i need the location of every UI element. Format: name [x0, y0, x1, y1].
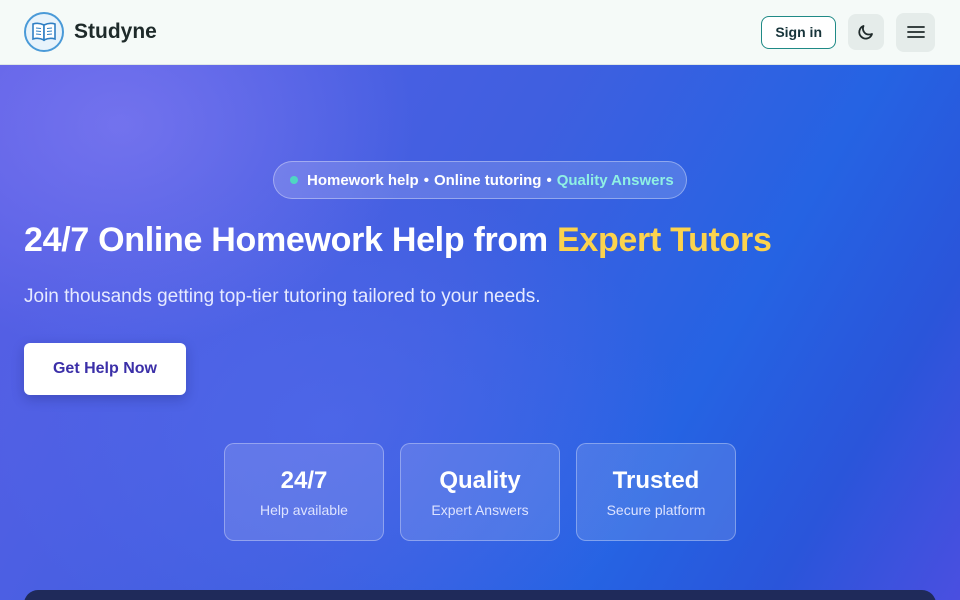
headline-main: 24/7 Online Homework Help from: [24, 221, 557, 259]
brand[interactable]: Studyne: [24, 12, 157, 52]
content-card-preview: [24, 590, 936, 600]
stat-card-trusted: Trusted Secure platform: [576, 443, 736, 541]
sign-in-button[interactable]: Sign in: [761, 15, 836, 49]
pill-homework-help: Homework help: [307, 171, 419, 189]
theme-toggle-button[interactable]: [848, 14, 884, 50]
moon-icon: [858, 25, 873, 40]
stat-label: Secure platform: [606, 501, 706, 518]
hamburger-menu-icon: [906, 26, 925, 38]
stat-value: Quality: [439, 466, 521, 494]
hero-subtitle: Join thousands getting top-tier tutoring…: [24, 286, 541, 307]
stat-card-availability: 24/7 Help available: [224, 443, 384, 541]
get-help-now-button[interactable]: Get Help Now: [24, 343, 186, 395]
brand-name: Studyne: [74, 20, 157, 43]
stat-value: 24/7: [280, 466, 328, 494]
headline-accent: Expert Tutors: [556, 221, 772, 259]
hero-headline: 24/7 Online Homework Help from Expert Tu…: [24, 221, 772, 260]
status-dot-icon: [290, 176, 298, 184]
pill-separator: •: [546, 171, 552, 189]
stat-card-quality: Quality Expert Answers: [400, 443, 560, 541]
hero-section: Homework help • Online tutoring • Qualit…: [0, 65, 960, 600]
site-header: Studyne Sign in: [0, 0, 960, 65]
feature-pill: Homework help • Online tutoring • Qualit…: [273, 161, 687, 199]
stat-value: Trusted: [612, 466, 700, 494]
menu-button[interactable]: [896, 12, 935, 52]
stat-label: Expert Answers: [431, 501, 529, 518]
stat-label: Help available: [260, 501, 348, 518]
open-book-icon: [24, 12, 64, 52]
pill-separator: •: [423, 171, 429, 189]
header-actions: Sign in: [761, 12, 935, 52]
pill-quality-answers: Quality Answers: [556, 171, 674, 189]
pill-online-tutoring: Online tutoring: [433, 171, 542, 189]
